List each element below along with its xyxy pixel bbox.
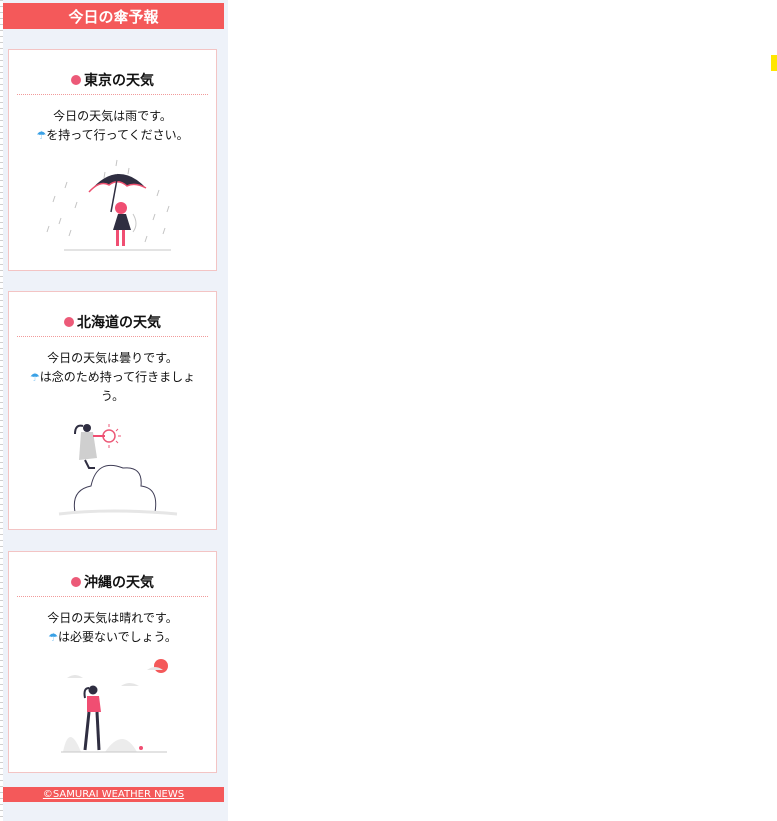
umbrella-icon: ☂	[36, 129, 47, 142]
app-panel: 今日の傘予報 東京の天気 今日の天気は雨です。 ☂を持って行ってください。 北海…	[3, 0, 228, 821]
card-title: 東京の天気	[17, 70, 208, 95]
bullet-dot-icon	[64, 317, 74, 327]
umbrella-icon: ☂	[29, 371, 40, 384]
weather-line: 今日の天気は曇りです。	[47, 351, 178, 365]
card-message: 今日の天気は晴れです。 ☂は必要ないでしょう。	[19, 609, 206, 647]
copyright-link[interactable]: ©SAMURAI WEATHER NEWS	[43, 789, 184, 800]
card-title: 北海道の天気	[17, 312, 208, 337]
sunny-walk-illustration	[61, 659, 168, 753]
app-header: 今日の傘予報	[3, 3, 224, 29]
highlight-marker	[771, 55, 777, 71]
bullet-dot-icon	[71, 577, 81, 587]
bullet-dot-icon	[71, 75, 81, 85]
weather-line: 今日の天気は晴れです。	[47, 611, 178, 625]
umbrella-icon: ☂	[48, 631, 58, 644]
umbrella-line: ☂は念のため持って行きましょう。	[29, 370, 196, 403]
weather-card-okinawa: 沖縄の天気 今日の天気は晴れです。 ☂は必要ないでしょう。	[8, 551, 217, 773]
card-message: 今日の天気は曇りです。 ☂は念のため持って行きましょう。	[19, 349, 206, 406]
umbrella-line: ☂は必要ないでしょう。	[48, 630, 177, 644]
app-title: 今日の傘予報	[68, 7, 159, 26]
cloud-sun-illustration	[58, 424, 178, 516]
card-title: 沖縄の天気	[17, 572, 208, 597]
rain-umbrella-illustration	[46, 159, 171, 251]
card-message: 今日の天気は雨です。 ☂を持って行ってください。	[19, 107, 206, 145]
weather-card-hokkaido: 北海道の天気 今日の天気は曇りです。 ☂は念のため持って行きましょう。	[8, 291, 217, 530]
weather-line: 今日の天気は雨です。	[53, 109, 172, 123]
umbrella-line: ☂を持って行ってください。	[36, 128, 189, 142]
weather-card-tokyo: 東京の天気 今日の天気は雨です。 ☂を持って行ってください。	[8, 49, 217, 271]
app-footer: ©SAMURAI WEATHER NEWS	[3, 787, 224, 802]
